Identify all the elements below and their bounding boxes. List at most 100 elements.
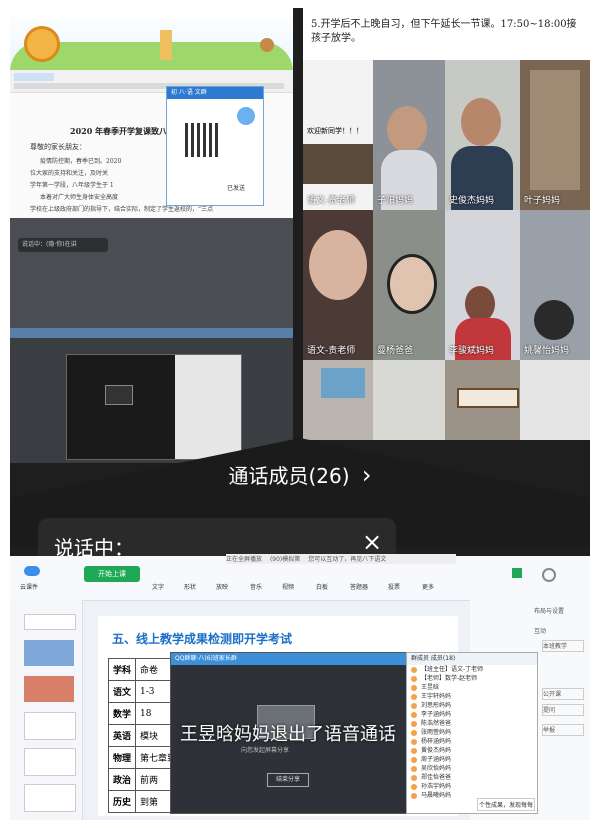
toolbar-shape[interactable]: 形状 <box>184 582 196 591</box>
panel-item[interactable]: 提问 <box>542 704 584 716</box>
cartoon-banner <box>10 8 293 72</box>
desktop-panel <box>10 328 293 463</box>
cabinet-image <box>530 70 580 190</box>
doc-tab[interactable] <box>14 73 54 81</box>
subject-cell: 数学 <box>107 702 137 725</box>
panel-item[interactable]: 公开课 <box>542 688 584 700</box>
call-members-label: 通话成员(26) <box>228 464 350 488</box>
toolbar-answer[interactable]: 答题器 <box>350 582 368 591</box>
member-row[interactable]: 李子涵妈妈 <box>407 710 537 719</box>
toolbar-video[interactable]: 视频 <box>282 582 294 591</box>
close-icon[interactable]: × <box>362 528 382 556</box>
toolbar-music[interactable]: 音乐 <box>250 582 262 591</box>
toolbar-whiteboard[interactable]: 白板 <box>316 582 328 591</box>
toolbar-text[interactable]: 文字 <box>152 582 164 591</box>
subject-cell: 语文 <box>107 680 137 703</box>
toolbar-present[interactable]: 放映 <box>216 582 228 591</box>
share-tab-1: 正在全屏播放 <box>226 556 263 563</box>
painting-image <box>321 368 365 398</box>
tile-label: 语文-责老师 <box>307 196 356 206</box>
tile-label: 语文-责老师 <box>307 346 356 356</box>
toolbar-more[interactable]: 更多 <box>422 582 434 591</box>
subject-cell: 历史 <box>107 790 137 813</box>
doc-line-4: 本着对广大师生身体安全高度 <box>40 194 119 201</box>
video-tile: 姚馨怡妈妈 <box>520 210 590 360</box>
video-tile: 史俊杰妈妈 <box>445 60 520 210</box>
thumb[interactable] <box>24 614 76 630</box>
tile-label: 李骏斌妈妈 <box>449 346 495 356</box>
lion-icon <box>24 26 60 62</box>
presentation-screen: 云课件 开始上课 文字 形状 放映 音乐 视频 白板 答题器 投票 更多 正在全… <box>10 554 590 820</box>
member-list-header: 群成员 成员(18) <box>407 653 537 665</box>
member-row[interactable]: 【老师】数学-赵老师 <box>407 674 537 683</box>
doc-title: 2020 年春季开学复课致八 <box>70 126 168 136</box>
video-tile <box>303 360 373 440</box>
share-bar: 正在全屏播放 (90)模拟第 您可以互动了，再见八下语文 <box>226 554 456 564</box>
share-tab-3: 您可以互动了，再见八下语文 <box>308 556 387 563</box>
mic-icon[interactable] <box>237 107 255 125</box>
top-note: 5.开学后不上晚自习，但下午延长一节课。17:50~18:00接孩子放学。 <box>303 8 590 60</box>
video-tile: 李骏斌妈妈 <box>445 210 520 360</box>
thumb[interactable] <box>24 784 76 812</box>
member-row[interactable]: 周子涵妈妈 <box>407 755 537 764</box>
welcome-banner: 欢迎新同学！！！ <box>307 127 363 135</box>
video-tile: 欢迎新同学！！！ 语文-责老师 <box>303 60 373 210</box>
member-row[interactable]: 陈浩然爸爸 <box>407 719 537 728</box>
member-notice: 个性成果，发现每每 <box>476 798 535 811</box>
toolbar-cloud[interactable]: 云课件 <box>20 582 38 591</box>
share-caption: 向您发起屏幕分享 <box>241 747 290 754</box>
panel-item[interactable]: 本班教学 <box>542 640 584 652</box>
toolbar-vote[interactable]: 投票 <box>388 582 400 591</box>
qr-code-icon <box>185 123 219 157</box>
inner-video-icon <box>105 385 133 405</box>
thumb[interactable] <box>24 712 76 740</box>
thumb[interactable] <box>24 748 76 776</box>
chat-header: 初 八·语 文群 <box>167 87 263 99</box>
thumb[interactable] <box>24 640 74 666</box>
member-rows: 【班主任】语文-丁老师 【老师】数学-赵老师 王昱晗 王宇轩妈妈 刘思彤妈妈 李子涵妈妈陈… <box>407 665 537 800</box>
panel-item[interactable]: 举报 <box>542 724 584 736</box>
tile-label: 子阳妈妈 <box>377 196 414 206</box>
doc-line-1: 疫情防控期，春季已到。2020 <box>40 158 122 165</box>
member-row[interactable]: 王宇轩妈妈 <box>407 692 537 701</box>
inner-window <box>66 354 242 460</box>
document-screenshot: 2020 年春季开学复课致八 尊敬的家长朋友： 疫情防控期，春季已到。2020 … <box>10 8 293 218</box>
member-row[interactable]: 【班主任】语文-丁老师 <box>407 665 537 674</box>
panel-title: 布局与设置 <box>534 608 565 615</box>
member-row[interactable]: 杨梓涵妈妈 <box>407 737 537 746</box>
tile-label: 史俊杰妈妈 <box>449 196 495 206</box>
person-avatar <box>387 254 437 314</box>
leave-toast: 王昱晗妈妈退出了语音通话 <box>180 724 396 745</box>
gray-panel: 说话中：(隐·你)在讲 <box>10 218 293 328</box>
calligraphy-image <box>457 388 519 408</box>
giraffe-icon <box>160 30 172 60</box>
speaking-chip: 说话中：(隐·你)在讲 <box>18 238 108 252</box>
stop-share-button[interactable]: 结束分享 <box>267 773 309 787</box>
qq-window-header: QQ群聊·八(6)班家长群 <box>171 653 407 665</box>
member-row[interactable]: 黄俊杰妈妈 <box>407 746 537 755</box>
start-button[interactable]: 开始上课 <box>84 566 140 582</box>
subject-cell: 物理 <box>107 746 137 769</box>
settings-icon[interactable] <box>542 568 556 582</box>
member-row[interactable]: 郑佳怡爸爸 <box>407 773 537 782</box>
video-tile: 子阳妈妈 <box>373 60 445 210</box>
chat-popup[interactable]: 初 八·语 文群 已发送 <box>166 86 264 206</box>
doc-line-2: 位大家的支持和关注，及时关 <box>30 170 109 177</box>
member-row[interactable]: 张雨萱妈妈 <box>407 728 537 737</box>
thumb[interactable] <box>24 676 74 702</box>
inner-window-sidebar <box>175 355 241 459</box>
person-avatar <box>534 300 574 340</box>
slide-thumbnails[interactable] <box>10 600 83 820</box>
member-row[interactable]: 吴欣怡妈妈 <box>407 764 537 773</box>
member-row[interactable]: 刘思彤妈妈 <box>407 701 537 710</box>
member-row[interactable]: 孙浩宇妈妈 <box>407 782 537 791</box>
video-tile <box>373 360 445 440</box>
cloud-icon[interactable] <box>24 566 40 576</box>
tile-label: 曼杨爸爸 <box>377 346 414 356</box>
deer-icon <box>260 38 274 52</box>
panel-item[interactable]: 互动 <box>534 626 546 635</box>
member-row[interactable]: 王昱晗 <box>407 683 537 692</box>
flag-icon[interactable] <box>512 568 522 578</box>
qq-member-list[interactable]: 群成员 成员(18) 【班主任】语文-丁老师 【老师】数学-赵老师 王昱晗 王宇轩妈妈… <box>406 652 538 814</box>
call-members[interactable]: 通话成员(26) › <box>10 460 590 489</box>
